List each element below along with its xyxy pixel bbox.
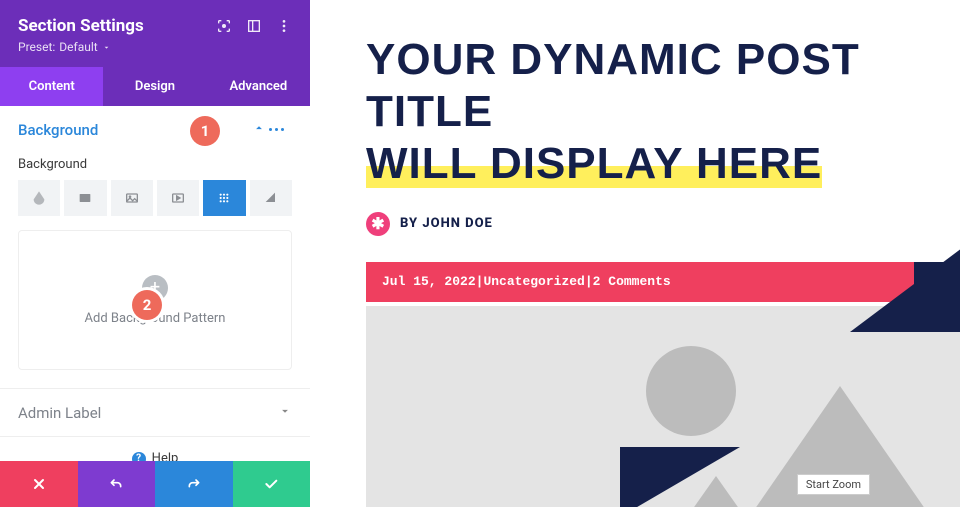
section-background: Background Background + Add Background P… bbox=[0, 106, 310, 389]
bg-type-image[interactable] bbox=[111, 180, 153, 216]
background-field-label: Background bbox=[18, 157, 292, 172]
start-zoom-button[interactable]: Start Zoom bbox=[797, 474, 870, 495]
save-button[interactable] bbox=[233, 461, 311, 507]
meta-category: Uncategorized bbox=[483, 274, 584, 289]
chevron-down-icon bbox=[278, 403, 292, 422]
preset-prefix: Preset: bbox=[18, 40, 55, 54]
bg-type-mask[interactable] bbox=[250, 180, 292, 216]
byline: ✱ BY JOHN DOE bbox=[366, 212, 960, 236]
tab-content[interactable]: Content bbox=[0, 67, 103, 106]
cancel-button[interactable] bbox=[0, 461, 78, 507]
help-label: Help bbox=[152, 451, 179, 461]
help-link[interactable]: ? Help bbox=[0, 437, 310, 461]
preset-value: Default bbox=[59, 40, 97, 54]
bg-type-video[interactable] bbox=[157, 180, 199, 216]
layout-icon[interactable] bbox=[246, 18, 262, 34]
preset-selector[interactable]: Preset: Default bbox=[18, 40, 111, 54]
page-preview: YOUR DYNAMIC POST TITLE WILL DISPLAY HER… bbox=[310, 0, 960, 507]
decor-triangle bbox=[850, 242, 960, 332]
section-head-background[interactable]: Background bbox=[0, 106, 310, 153]
tabs: Content Design Advanced bbox=[0, 67, 310, 106]
section-title-admin-label: Admin Label bbox=[18, 404, 278, 422]
panel-titles: Section Settings Preset: Default bbox=[18, 16, 216, 55]
meta-sep2: | bbox=[585, 274, 593, 289]
more-vert-icon[interactable] bbox=[276, 18, 292, 34]
section-admin-label: Admin Label bbox=[0, 389, 310, 437]
bg-type-pattern[interactable] bbox=[203, 180, 245, 216]
byline-prefix: BY bbox=[400, 216, 422, 231]
panel-title: Section Settings bbox=[18, 16, 216, 36]
asterisk-icon: ✱ bbox=[366, 212, 390, 236]
byline-author: JOHN DOE bbox=[422, 216, 493, 231]
tab-advanced[interactable]: Advanced bbox=[207, 67, 310, 106]
help-icon: ? bbox=[132, 452, 146, 462]
redo-button[interactable] bbox=[155, 461, 233, 507]
background-type-row bbox=[18, 180, 292, 216]
post-title-line1: YOUR DYNAMIC POST TITLE bbox=[366, 35, 860, 136]
callout-2: 2 bbox=[132, 290, 162, 320]
post-title-line2: WILL DISPLAY HERE bbox=[366, 139, 822, 188]
panel-header: Section Settings Preset: Default bbox=[0, 0, 310, 67]
background-content: Background + Add Background Pattern bbox=[0, 153, 310, 388]
header-actions bbox=[216, 18, 292, 34]
decor-triangle bbox=[620, 447, 740, 507]
panel-footer bbox=[0, 461, 310, 507]
section-menu-icon[interactable] bbox=[266, 128, 286, 131]
panel-body: Background Background + Add Background P… bbox=[0, 106, 310, 461]
tab-design[interactable]: Design bbox=[103, 67, 206, 106]
settings-panel: Section Settings Preset: Default Content… bbox=[0, 0, 310, 507]
meta-date: Jul 15, 2022 bbox=[382, 274, 476, 289]
undo-button[interactable] bbox=[78, 461, 156, 507]
post-title: YOUR DYNAMIC POST TITLE WILL DISPLAY HER… bbox=[366, 34, 960, 190]
caret-down-icon bbox=[102, 43, 111, 52]
focus-icon[interactable] bbox=[216, 18, 232, 34]
byline-text: BY JOHN DOE bbox=[400, 216, 493, 231]
meta-sep1: | bbox=[476, 274, 484, 289]
meta-comments: 2 Comments bbox=[593, 274, 671, 289]
callout-1: 1 bbox=[190, 116, 220, 146]
section-head-admin-label[interactable]: Admin Label bbox=[0, 389, 310, 436]
chevron-up-icon bbox=[252, 120, 266, 139]
bg-type-color[interactable] bbox=[18, 180, 60, 216]
bg-type-gradient[interactable] bbox=[64, 180, 106, 216]
